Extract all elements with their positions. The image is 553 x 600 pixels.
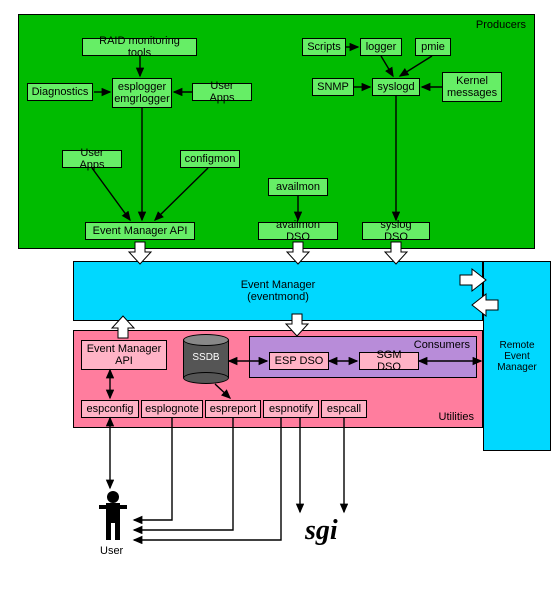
consumers-label: Consumers [414,339,470,351]
user-apps-2-box: User Apps [62,150,122,168]
event-manager-label: Event Manager (eventmond) [241,279,316,303]
user-apps-1-box: User Apps [192,83,252,101]
remote-event-manager-section: Remote Event Manager [483,261,551,451]
configmon-box: configmon [180,150,240,168]
kernel-box: Kernel messages [442,72,502,102]
espcall-box: espcall [321,400,367,418]
pmie-box: pmie [415,38,451,56]
event-manager-section: Event Manager (eventmond) [73,261,483,321]
event-mgr-api-prod-box: Event Manager API [85,222,195,240]
snmp-box: SNMP [312,78,354,96]
user-label: User [100,545,123,557]
esplognote-box: esplognote [141,400,203,418]
syslog-dso-box: syslog DSO [362,222,430,240]
availmon-box: availmon [268,178,328,196]
event-mgr-api-cons-box: Event Manager API [81,340,167,370]
esp-dso-box: ESP DSO [269,352,329,370]
remote-label: Remote Event Manager [488,340,546,373]
raid-box: RAID monitoring tools [82,38,197,56]
scripts-box: Scripts [302,38,346,56]
utilities-label: Utilities [439,411,474,423]
sgi-logo: sgi [305,515,338,547]
espnotify-box: espnotify [263,400,319,418]
espreport-box: espreport [205,400,261,418]
availmon-dso-box: availmon DSO [258,222,338,240]
espconfig-box: espconfig [81,400,139,418]
syslogd-box: syslogd [372,78,420,96]
logger-box: logger [360,38,402,56]
sgm-dso-box: SGM DSO [359,352,419,370]
esplogger-box: esplogger emgrlogger [112,78,172,108]
producers-label: Producers [476,19,526,31]
ssdb-cylinder: SSDB [183,334,229,384]
diagnostics-box: Diagnostics [27,83,93,101]
